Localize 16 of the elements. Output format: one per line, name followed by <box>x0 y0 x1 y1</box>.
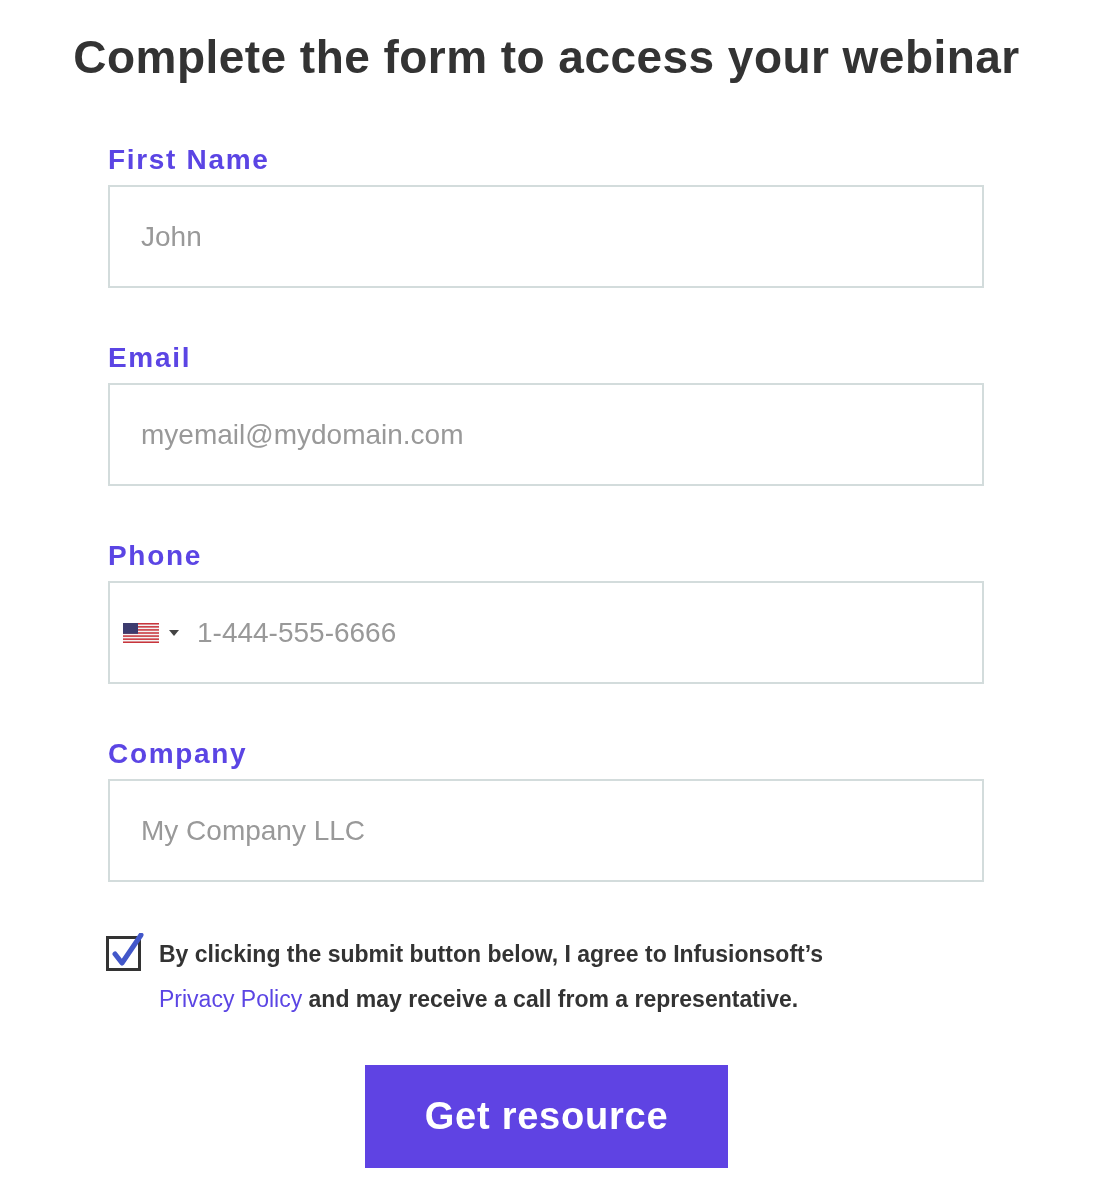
phone-field[interactable]: 1-444-555-6666 <box>108 581 984 684</box>
input-field[interactable]: John <box>108 185 984 288</box>
form-heading: Complete the form to access your webinar <box>72 30 1021 84</box>
submit-button[interactable]: Get resource <box>365 1065 728 1168</box>
field-label: Email <box>108 342 192 374</box>
checkbox[interactable] <box>106 933 144 971</box>
phone-number-input[interactable]: 1-444-555-6666 <box>197 612 958 653</box>
flag-icon[interactable] <box>123 622 159 643</box>
input-field[interactable]: My Company LLC <box>108 779 984 882</box>
field-label: Company <box>108 738 248 770</box>
caret-icon[interactable] <box>169 629 179 636</box>
input-field[interactable]: myemail@mydomain.com <box>108 383 984 486</box>
consent-text: By clicking the submit button below, I agree to Infusionsoft’s Privacy Policy and may receive a call from a representative. <box>159 940 825 1014</box>
field-label: Phone <box>108 540 202 572</box>
privacy-policy-link[interactable]: Privacy Policy <box>159 986 303 1012</box>
field-label: First Name <box>108 144 270 176</box>
